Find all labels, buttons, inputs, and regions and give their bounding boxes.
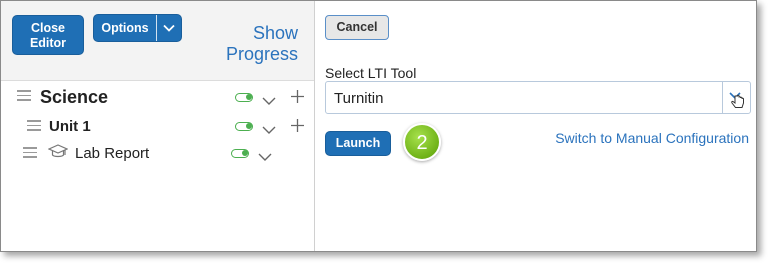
step-number-badge: 2	[403, 123, 441, 161]
select-lti-tool-label: Select LTI Tool	[325, 65, 417, 81]
close-editor-button[interactable]: Close Editor	[12, 15, 84, 55]
drag-handle-icon[interactable]	[17, 90, 31, 104]
drag-handle-icon[interactable]	[23, 147, 37, 161]
editor-window: Close Editor Options Show Progress Scien…	[0, 0, 757, 252]
hand-cursor-icon	[728, 91, 744, 108]
tree-row-lab-report[interactable]: Lab Report	[1, 142, 314, 168]
tree-item-title: Unit 1	[49, 118, 91, 135]
toggle-icon[interactable]	[235, 122, 253, 131]
show-progress-line2: Progress	[225, 44, 298, 64]
tree-item-title: Science	[40, 87, 109, 107]
drag-handle-icon[interactable]	[27, 120, 41, 134]
plus-icon[interactable]	[291, 90, 304, 103]
switch-to-manual-configuration-link[interactable]: Switch to Manual Configuration	[555, 130, 749, 146]
lti-tool-selected-value: Turnitin	[334, 90, 384, 107]
tree-row-science[interactable]: Science	[1, 86, 314, 112]
outline-toolbar: Close Editor Options Show Progress	[1, 1, 314, 81]
graduation-cap-icon	[47, 144, 69, 165]
close-editor-label-line2: Editor	[29, 36, 67, 50]
cancel-button[interactable]: Cancel	[325, 15, 389, 40]
outline-pane: Close Editor Options Show Progress Scien…	[1, 1, 315, 251]
options-label: Options	[101, 21, 149, 35]
launch-button[interactable]: Launch	[325, 131, 391, 156]
options-button[interactable]: Options	[93, 14, 182, 42]
configuration-pane: Cancel Select LTI Tool Turnitin Launch 2…	[315, 1, 756, 251]
plus-icon[interactable]	[291, 119, 304, 132]
toggle-icon[interactable]	[231, 149, 249, 158]
show-progress-link[interactable]: Show Progress	[226, 23, 298, 65]
options-chevron-down-icon[interactable]	[157, 24, 181, 32]
show-progress-line1: Show	[252, 23, 298, 43]
tree-item-title: Lab Report	[75, 145, 150, 162]
toggle-icon[interactable]	[235, 93, 253, 102]
close-editor-label-line1: Close	[30, 21, 66, 35]
lti-tool-select[interactable]: Turnitin	[325, 81, 751, 114]
tree-row-unit-1[interactable]: Unit 1	[1, 115, 314, 141]
select-dropdown-toggle[interactable]	[722, 82, 750, 113]
options-divider	[156, 15, 157, 41]
chevron-down-icon[interactable]	[258, 149, 272, 161]
chevron-down-icon[interactable]	[262, 93, 276, 105]
chevron-down-icon[interactable]	[262, 122, 276, 134]
